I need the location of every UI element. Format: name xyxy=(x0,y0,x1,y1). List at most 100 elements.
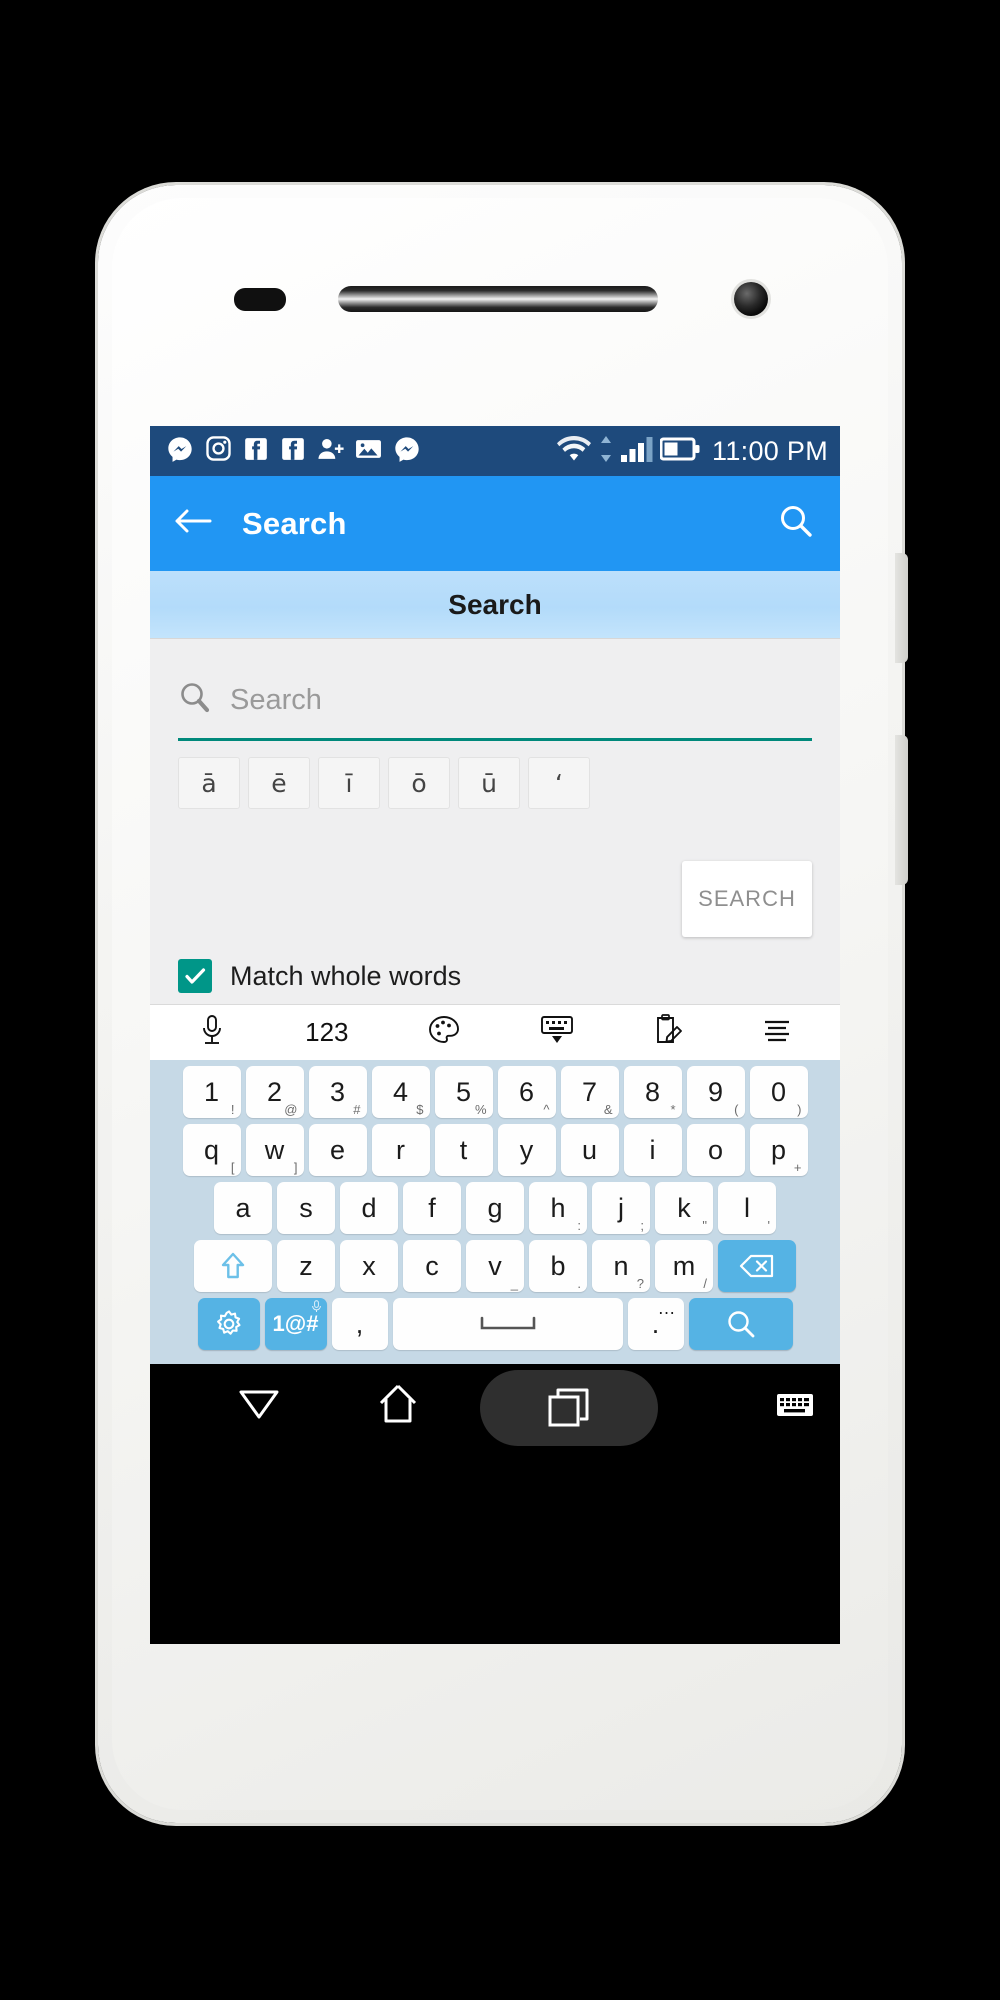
key-x[interactable]: x xyxy=(340,1240,398,1292)
backspace-key[interactable] xyxy=(718,1240,796,1292)
key-l[interactable]: l ' xyxy=(718,1182,776,1234)
key-2[interactable]: 2 @ xyxy=(245,1066,304,1118)
diacritic-key-i-macron[interactable]: ī xyxy=(318,757,380,809)
space-key[interactable] xyxy=(392,1298,623,1350)
back-arrow-icon[interactable] xyxy=(174,506,212,541)
diacritic-key-o-macron[interactable]: ō xyxy=(388,757,450,809)
key-i[interactable]: i xyxy=(623,1124,682,1176)
key-sub: " xyxy=(702,1218,707,1233)
key-sub: ; xyxy=(640,1218,644,1233)
key-n[interactable]: n? xyxy=(592,1240,650,1292)
search-submit-button[interactable]: SEARCH xyxy=(682,861,812,937)
key-s[interactable]: s xyxy=(277,1182,335,1234)
key-y[interactable]: y xyxy=(497,1124,556,1176)
key-sub: ] xyxy=(293,1160,298,1175)
key-j[interactable]: j; xyxy=(592,1182,650,1234)
key-m[interactable]: m / xyxy=(655,1240,713,1292)
key-3[interactable]: 3 # xyxy=(308,1066,367,1118)
power-button[interactable] xyxy=(895,735,908,885)
nav-home-button[interactable] xyxy=(374,1380,422,1433)
diacritic-key-e-macron[interactable]: ē xyxy=(248,757,310,809)
search-enter-key[interactable] xyxy=(688,1298,793,1350)
nav-back-button[interactable] xyxy=(236,1384,282,1429)
key-main: y xyxy=(519,1134,534,1165)
key-w[interactable]: w] xyxy=(245,1124,304,1176)
key-t[interactable]: t xyxy=(434,1124,493,1176)
key-0[interactable]: 0) xyxy=(749,1066,808,1118)
key-a[interactable]: a xyxy=(214,1182,272,1234)
key-8[interactable]: 8 * xyxy=(623,1066,682,1118)
space-icon xyxy=(480,1316,535,1330)
key-7[interactable]: 7 & xyxy=(560,1066,619,1118)
key-main: 3 xyxy=(329,1076,346,1107)
keyboard-indicator-icon[interactable] xyxy=(776,1390,814,1425)
symbols-key[interactable]: 1@# xyxy=(264,1298,327,1350)
keyboard-settings-key[interactable] xyxy=(197,1298,260,1350)
diacritic-key-u-macron[interactable]: ū xyxy=(458,757,520,809)
mic-small-icon xyxy=(311,1300,322,1315)
data-transfer-icon xyxy=(598,435,614,467)
microphone-icon[interactable] xyxy=(197,1013,227,1052)
key-h[interactable]: h: xyxy=(529,1182,587,1234)
key-k[interactable]: k " xyxy=(655,1182,713,1234)
home-icon xyxy=(379,1384,417,1423)
key-p[interactable]: p + xyxy=(749,1124,808,1176)
key-c[interactable]: c xyxy=(403,1240,461,1292)
key-main: a xyxy=(235,1192,251,1223)
key-9[interactable]: 9( xyxy=(686,1066,745,1118)
search-input[interactable]: Search xyxy=(150,639,812,720)
checkmark-icon xyxy=(185,968,206,984)
key-main: 5 xyxy=(455,1076,472,1107)
tab-search[interactable]: Search xyxy=(150,571,840,639)
key-g[interactable]: g xyxy=(466,1182,524,1234)
key-main: d xyxy=(361,1192,377,1223)
page-title: Search xyxy=(242,505,347,541)
clipboard-edit-icon[interactable] xyxy=(653,1013,683,1052)
android-nav-bar xyxy=(150,1364,840,1446)
key-1[interactable]: 1! xyxy=(182,1066,241,1118)
period-key[interactable]: . … xyxy=(627,1298,684,1350)
key-5[interactable]: 5% xyxy=(434,1066,493,1118)
key-r[interactable]: r xyxy=(371,1124,430,1176)
key-e[interactable]: e xyxy=(308,1124,367,1176)
key-4[interactable]: 4 $ xyxy=(371,1066,430,1118)
key-sub: ) xyxy=(797,1102,802,1117)
hide-keyboard-icon[interactable] xyxy=(539,1015,575,1050)
key-6[interactable]: 6 ^ xyxy=(497,1066,556,1118)
key-q[interactable]: q[ xyxy=(182,1124,241,1176)
theme-palette-icon[interactable] xyxy=(427,1014,461,1051)
phone-screen: 11:00 PM Search Search Search ā ē ī ō ū xyxy=(150,426,840,1644)
nav-recents-button[interactable] xyxy=(480,1370,658,1446)
key-sub: ! xyxy=(230,1102,235,1117)
key-z[interactable]: z xyxy=(277,1240,335,1292)
search-icon[interactable] xyxy=(778,503,814,544)
key-f[interactable]: f xyxy=(403,1182,461,1234)
proximity-sensor xyxy=(234,288,286,311)
front-camera xyxy=(734,282,768,316)
key-sub: @ xyxy=(284,1102,298,1117)
key-main: b xyxy=(550,1250,566,1281)
key-sub: * xyxy=(670,1102,676,1117)
key-main: 1 xyxy=(203,1076,220,1107)
shift-key[interactable] xyxy=(194,1240,272,1292)
comma-key[interactable]: , xyxy=(331,1298,388,1350)
match-whole-words-row[interactable]: Match whole words xyxy=(178,959,461,993)
match-whole-words-checkbox[interactable] xyxy=(178,959,212,993)
key-main: o xyxy=(707,1134,724,1165)
volume-button[interactable] xyxy=(895,553,908,663)
key-o[interactable]: o xyxy=(686,1124,745,1176)
notification-icons xyxy=(166,435,557,468)
key-main: f xyxy=(428,1192,436,1223)
shift-icon xyxy=(221,1252,245,1279)
keyboard-row-top: q[ w] e r t y u i o p + xyxy=(155,1124,835,1176)
diacritic-key-okina[interactable]: ʻ xyxy=(528,757,590,809)
key-main: 7 xyxy=(581,1076,598,1107)
key-main: 9 xyxy=(707,1076,724,1107)
key-d[interactable]: d xyxy=(340,1182,398,1234)
key-v[interactable]: v _ xyxy=(466,1240,524,1292)
numbers-toggle[interactable]: 123 xyxy=(305,1017,348,1048)
key-u[interactable]: u xyxy=(560,1124,619,1176)
key-b[interactable]: b. xyxy=(529,1240,587,1292)
keyboard-menu-icon[interactable] xyxy=(761,1017,793,1048)
diacritic-key-a-macron[interactable]: ā xyxy=(178,757,240,809)
